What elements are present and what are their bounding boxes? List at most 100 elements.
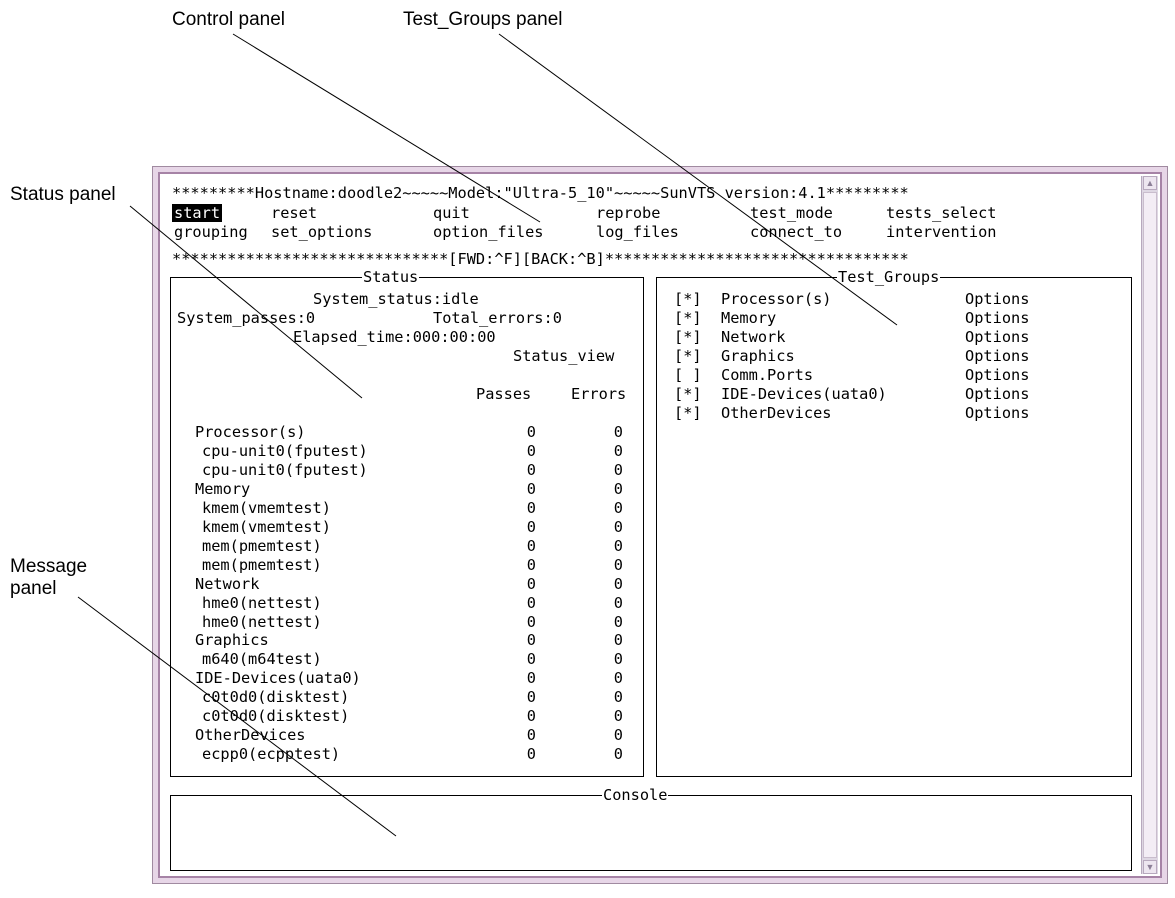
status-group-label: Network xyxy=(195,574,260,593)
status-errors-value: 0 xyxy=(613,555,623,574)
test-group-options-button[interactable]: Options xyxy=(965,385,1029,403)
header-nav-line: ******************************[FWD:^F][B… xyxy=(172,250,909,268)
scroll-down-icon[interactable]: ▼ xyxy=(1143,860,1157,874)
terminal-screen: *********Hostname:doodle2~~~~~Model:"Ult… xyxy=(166,180,1144,871)
test-groups-panel: Test_Groups [*] Processor(s) Options [*] Mem… xyxy=(656,267,1132,777)
test-group-options-button[interactable]: Options xyxy=(965,309,1029,327)
total-errors: Total_errors:0 xyxy=(433,309,562,327)
status-passes-value: 0 xyxy=(526,555,536,574)
system-passes: System_passes:0 xyxy=(177,309,316,327)
status-test-label: cpu-unit0(fputest) xyxy=(202,460,368,479)
test-group-checkbox[interactable]: [*] xyxy=(674,385,702,403)
menu-item-tests-select[interactable]: tests_select xyxy=(884,204,999,222)
status-passes-value: 0 xyxy=(526,593,536,612)
status-test-label: mem(pmemtest) xyxy=(202,555,322,574)
sunvts-window: *********Hostname:doodle2~~~~~Model:"Ult… xyxy=(152,166,1168,884)
status-errors-value: 0 xyxy=(613,631,623,650)
status-test-label: kmem(vmemtest) xyxy=(202,498,331,517)
header-banner: *********Hostname:doodle2~~~~~Model:"Ult… xyxy=(172,184,909,202)
status-passes-value: 0 xyxy=(526,631,536,650)
status-passes-value: 0 xyxy=(526,498,536,517)
status-passes-value: 0 xyxy=(526,441,536,460)
test-group-checkbox[interactable]: [*] xyxy=(674,328,702,346)
menu-item-log-files[interactable]: log_files xyxy=(594,223,681,241)
test-group-checkbox[interactable]: [*] xyxy=(674,290,702,308)
system-status: System_status:idle xyxy=(313,290,479,308)
status-passes-value: 0 xyxy=(526,479,536,498)
status-panel-title: Status xyxy=(362,267,420,287)
status-errors-value: 0 xyxy=(613,745,623,764)
console-panel: Console xyxy=(170,785,1132,871)
status-test-label: c0t0d0(disktest) xyxy=(202,707,350,726)
status-errors-value: 0 xyxy=(613,498,623,517)
menu-item-quit[interactable]: quit xyxy=(431,204,472,222)
menu-item-test-mode[interactable]: test_mode xyxy=(748,204,835,222)
menu-item-grouping[interactable]: grouping xyxy=(172,223,250,241)
test-group-options-button[interactable]: Options xyxy=(965,404,1029,422)
test-group-checkbox[interactable]: [*] xyxy=(674,309,702,327)
status-errors-value: 0 xyxy=(613,460,623,479)
menu-item-reset[interactable]: reset xyxy=(269,204,319,222)
passes-column-header: Passes xyxy=(476,385,532,403)
test-group-name: OtherDevices xyxy=(721,404,832,422)
status-passes-value: 0 xyxy=(526,536,536,555)
test-group-checkbox[interactable]: [*] xyxy=(674,347,702,365)
test-group-options-button[interactable]: Options xyxy=(965,328,1029,346)
status-test-label: ecpp0(ecpptest) xyxy=(202,745,341,764)
test-group-name: Graphics xyxy=(721,347,795,365)
status-passes-value: 0 xyxy=(526,745,536,764)
status-passes-value: 0 xyxy=(526,460,536,479)
status-group-label: Processor(s) xyxy=(195,423,306,441)
status-panel-callout: Status panel xyxy=(10,184,116,205)
status-group-label: IDE-Devices(uata0) xyxy=(195,669,361,688)
console-panel-title: Console xyxy=(602,785,669,805)
test-group-options-button[interactable]: Options xyxy=(965,290,1029,308)
status-errors-value: 0 xyxy=(613,688,623,707)
menu-item-intervention[interactable]: intervention xyxy=(884,223,999,241)
status-test-label: cpu-unit0(fputest) xyxy=(202,441,368,460)
status-errors-value: 0 xyxy=(613,536,623,555)
scrollbar-thumb[interactable] xyxy=(1143,192,1157,858)
status-errors-value: 0 xyxy=(613,650,623,669)
test-groups-panel-title: Test_Groups xyxy=(837,267,941,287)
status-errors-value: 0 xyxy=(613,423,623,441)
status-errors-value: 0 xyxy=(613,441,623,460)
status-group-label: Graphics xyxy=(195,631,269,650)
status-errors-value: 0 xyxy=(613,517,623,536)
status-test-label: kmem(vmemtest) xyxy=(202,517,331,536)
test-group-checkbox[interactable]: [*] xyxy=(674,404,702,422)
status-errors-value: 0 xyxy=(613,669,623,688)
status-passes-value: 0 xyxy=(526,669,536,688)
test-group-options-button[interactable]: Options xyxy=(965,347,1029,365)
status-errors-value: 0 xyxy=(613,574,623,593)
status-passes-value: 0 xyxy=(526,650,536,669)
scroll-up-icon[interactable]: ▲ xyxy=(1143,176,1157,190)
status-test-label: hme0(nettest) xyxy=(202,593,322,612)
errors-column-header: Errors xyxy=(571,385,627,403)
menu-item-reprobe[interactable]: reprobe xyxy=(594,204,662,222)
test-group-options-button[interactable]: Options xyxy=(965,366,1029,384)
test-groups-panel-callout: Test_Groups panel xyxy=(403,9,563,30)
test-group-checkbox[interactable]: [ ] xyxy=(674,366,702,384)
test-group-name: Network xyxy=(721,328,786,346)
status-errors-value: 0 xyxy=(613,726,623,745)
test-group-name: Memory xyxy=(721,309,777,327)
vertical-scrollbar[interactable]: ▲ ▼ xyxy=(1141,176,1158,874)
menu-item-connect-to[interactable]: connect_to xyxy=(748,223,844,241)
test-group-name: Comm.Ports xyxy=(721,366,814,384)
status-passes-value: 0 xyxy=(526,423,536,441)
status-view-button[interactable]: Status_view xyxy=(513,347,614,365)
status-panel: Status System_status:idle System_passes:… xyxy=(170,267,644,777)
status-passes-value: 0 xyxy=(526,726,536,745)
status-test-label: mem(pmemtest) xyxy=(202,536,322,555)
status-test-label: c0t0d0(disktest) xyxy=(202,688,350,707)
menu-item-start[interactable]: start xyxy=(172,204,223,222)
status-errors-value: 0 xyxy=(613,479,623,498)
status-test-label: m640(m64test) xyxy=(202,650,322,669)
status-errors-value: 0 xyxy=(613,612,623,631)
window-content: *********Hostname:doodle2~~~~~Model:"Ult… xyxy=(158,172,1162,878)
menu-item-option-files[interactable]: option_files xyxy=(431,223,546,241)
menu-item-set-options[interactable]: set_options xyxy=(269,223,374,241)
message-panel-callout: Message panel xyxy=(10,556,88,599)
status-passes-value: 0 xyxy=(526,574,536,593)
